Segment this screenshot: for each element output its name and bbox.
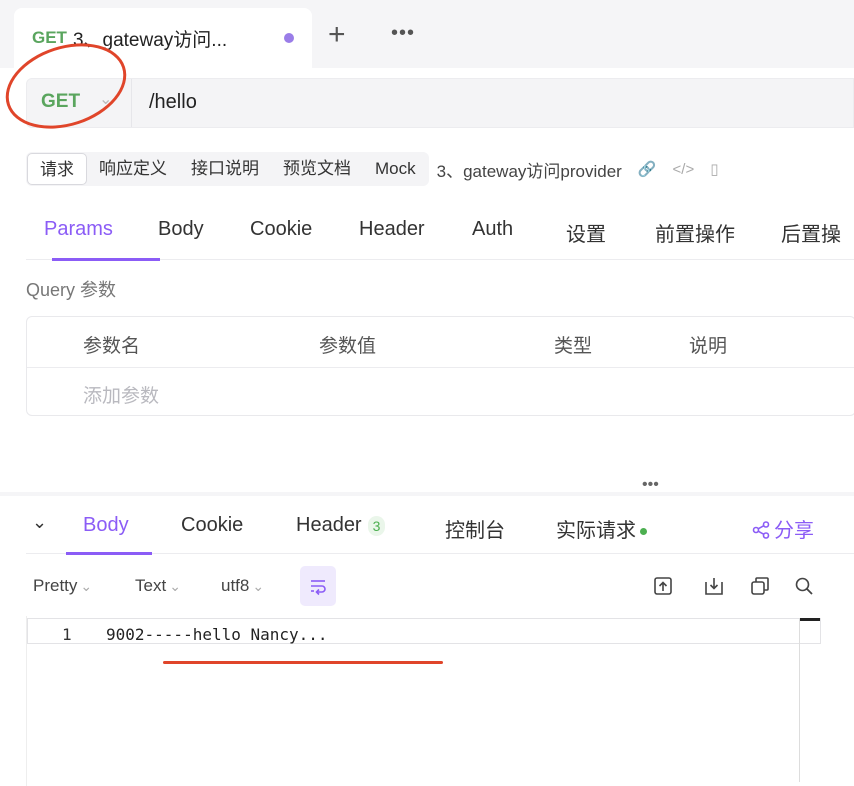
chevron-down-icon: ⌄ [169, 578, 181, 594]
resp-tab-console[interactable]: 控制台 [445, 514, 505, 543]
share-label: 分享 [774, 520, 814, 542]
subtab-api-doc[interactable]: 接口说明 [179, 153, 271, 185]
col-param-value: 参数值 [319, 336, 377, 357]
active-tab-indicator [52, 258, 160, 261]
type-select[interactable]: Text ⌄ [135, 576, 181, 596]
resp-tab-header-label: Header [296, 514, 362, 536]
tab-settings[interactable]: 设置 [566, 218, 606, 247]
col-desc: 说明 [689, 336, 728, 357]
add-tab-icon[interactable]: + [328, 15, 346, 55]
resp-tab-body[interactable]: Body [83, 514, 129, 537]
search-icon[interactable] [794, 576, 814, 596]
status-dot [640, 528, 647, 536]
code-icon[interactable]: </> [673, 161, 695, 178]
tab-auth[interactable]: Auth [472, 218, 513, 241]
line-number: 1 [62, 625, 72, 644]
active-tab-indicator [66, 552, 152, 555]
subtab-mock[interactable]: Mock [363, 153, 428, 185]
chevron-down-icon: ⌄ [252, 578, 265, 594]
tab-pre-ops[interactable]: 前置操作 [655, 218, 735, 247]
resp-tab-header[interactable]: Header 3 [296, 514, 386, 537]
col-type: 类型 [554, 336, 593, 357]
tab-body[interactable]: Body [158, 218, 204, 241]
format-select[interactable]: Pretty ⌄ [33, 576, 92, 596]
wrap-icon [311, 580, 326, 596]
subtab-preview[interactable]: 预览文档 [271, 153, 363, 185]
copy-icon[interactable] [750, 576, 770, 596]
encoding-label: utf8 [221, 576, 250, 595]
header-count-badge: 3 [367, 516, 386, 536]
tab-cookie[interactable]: Cookie [250, 218, 312, 241]
response-body-editor[interactable]: 1 9002-----hello Nancy... [26, 616, 821, 786]
code-text: 9002-----hello Nancy... [106, 625, 328, 644]
subtab-response-def[interactable]: 响应定义 [87, 153, 179, 185]
share-button[interactable]: 分享 [752, 514, 814, 543]
tab-header[interactable]: Header [359, 218, 425, 241]
annotation-underline [163, 661, 443, 664]
export-icon[interactable] [653, 576, 673, 596]
divider [27, 367, 854, 368]
type-label: Text [135, 576, 167, 595]
resp-tab-actual[interactable]: 实际请求 [556, 514, 647, 543]
code-line: 1 9002-----hello Nancy... [27, 618, 821, 644]
request-name[interactable]: 3、gateway访问provider [437, 157, 622, 182]
link-icon[interactable]: 🔗 [638, 160, 657, 178]
format-label: Pretty [33, 576, 78, 595]
url-bar: GET ⌄ /hello [26, 78, 854, 128]
unsaved-dot [284, 33, 294, 43]
col-param-name: 参数名 [83, 336, 141, 357]
tab-post-ops[interactable]: 后置操 [781, 218, 841, 247]
tab-bar: GET 3、gateway访问... + ••• [0, 0, 854, 68]
response-tabs: Body Cookie Header 3 控制台 实际请求 [26, 496, 854, 555]
more-icon[interactable]: ••• [391, 18, 415, 48]
url-input[interactable]: /hello [149, 91, 197, 114]
divider [131, 79, 132, 127]
resp-tab-cookie[interactable]: Cookie [181, 514, 243, 537]
editor-cursor [800, 618, 820, 644]
request-panel: GET ⌄ /hello 请求 响应定义 接口说明 预览文档 Mock 3、ga… [0, 68, 854, 492]
share-icon [752, 521, 770, 539]
tab-params[interactable]: Params [44, 218, 113, 241]
response-toolbar: Pretty ⌄ Text ⌄ utf8 ⌄ [26, 566, 854, 610]
response-panel: ⌄ Body Cookie Header 3 控制台 实际请求 分享 Pretty… [0, 496, 854, 786]
request-subtabs: 请求 响应定义 接口说明 预览文档 Mock 3、gateway访问provid… [26, 152, 718, 186]
param-tabs: Params Body Cookie Header Auth 设置 前置操作 后… [26, 208, 854, 261]
query-table: 参数名 参数值 类型 说明 添加参数 [26, 316, 854, 416]
panel-icon[interactable]: ▯ [710, 160, 718, 178]
resize-handle[interactable]: ••• [642, 477, 659, 493]
chevron-down-icon: ⌄ [80, 578, 93, 594]
wrap-lines-button[interactable] [300, 566, 336, 606]
encoding-select[interactable]: utf8 ⌄ [221, 576, 264, 596]
query-label: Query 参数 [26, 280, 117, 300]
resp-tab-actual-label: 实际请求 [556, 520, 636, 542]
download-icon[interactable] [704, 576, 724, 596]
subtab-request[interactable]: 请求 [27, 153, 87, 185]
add-param-input[interactable]: 添加参数 [83, 381, 159, 408]
